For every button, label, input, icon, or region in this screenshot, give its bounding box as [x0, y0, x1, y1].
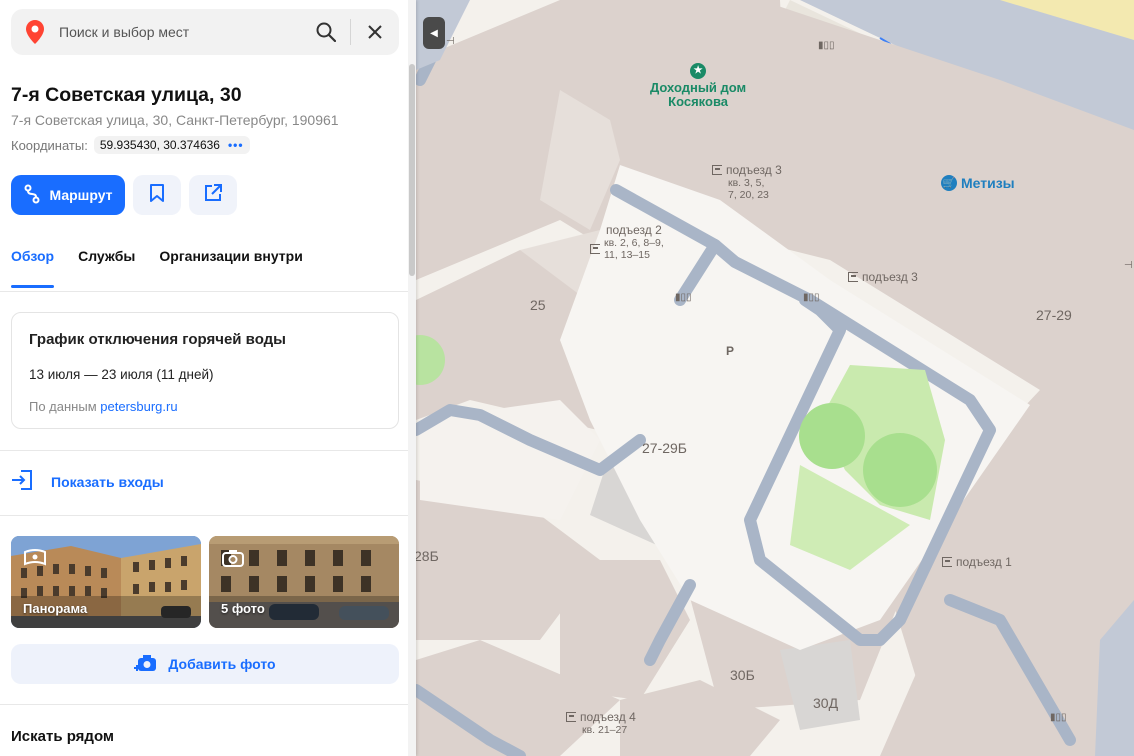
entrance-icon: [942, 557, 952, 567]
divider: [0, 450, 408, 451]
building-number: 28Б: [414, 548, 439, 564]
panorama-tile[interactable]: Панорама: [11, 536, 201, 628]
building-number: 30Б: [730, 667, 755, 683]
parking-icon: P: [726, 344, 735, 358]
coordinates-label: Координаты:: [11, 137, 88, 153]
notice-title: График отключения горячей воды: [29, 331, 286, 348]
entrance-label: подъезд 3: [726, 163, 782, 177]
entrance-label: подъезд 4: [580, 710, 636, 724]
bookmark-icon: [150, 183, 164, 207]
entrance-marker[interactable]: подъезд 1: [942, 555, 1012, 569]
coordinates-row: Координаты: 59.935430, 30.374636 •••: [11, 136, 250, 154]
entrance-label: подъезд 2: [606, 223, 662, 237]
photos-tile[interactable]: 5 фото: [209, 536, 399, 628]
show-entrances-button[interactable]: Показать входы: [11, 470, 164, 493]
building-number: 25: [530, 297, 546, 313]
add-photo-label: Добавить фото: [168, 656, 276, 672]
panorama-label: Панорама: [23, 601, 88, 616]
entrance-label: подъезд 1: [956, 555, 1012, 569]
place-title: 7-я Советская улица, 30: [11, 84, 242, 106]
stairs-icon: ▮▯▯: [675, 292, 692, 303]
tree: [799, 403, 865, 469]
tree: [863, 433, 937, 507]
entrance-label: подъезд 3: [862, 270, 918, 284]
coordinates-value[interactable]: 59.935430, 30.374636 •••: [93, 136, 250, 154]
route-button[interactable]: Маршрут: [11, 175, 125, 215]
entrance-apartments: кв. 3, 5, 7, 20, 23: [728, 177, 769, 201]
notice-source-prefix: По данным: [29, 399, 97, 414]
poi-metizy[interactable]: 🛒 Метизы: [941, 175, 1015, 191]
search-icon[interactable]: [308, 14, 344, 50]
stairs-icon: ▮▯▯: [803, 292, 820, 303]
stairs-icon: ▮▯▯: [818, 40, 835, 51]
divider: [0, 291, 408, 292]
notice-dates: 13 июля — 23 июля (11 дней): [29, 367, 214, 382]
building-number: 30Д: [813, 695, 839, 711]
share-button[interactable]: [189, 175, 237, 215]
tab-organizations[interactable]: Организации внутри: [159, 248, 302, 264]
chevron-left-icon: ◀: [430, 27, 438, 39]
building-number: 27-29Б: [642, 440, 687, 456]
more-icon[interactable]: •••: [228, 138, 244, 152]
separator: [350, 19, 351, 45]
entrance-icon: [848, 272, 858, 282]
search-bar[interactable]: Поиск и выбор мест: [11, 9, 399, 55]
add-photo-button[interactable]: Добавить фото: [11, 644, 399, 684]
poi-kosyakov-house[interactable]: ★ Доходный дом Косякова: [650, 63, 746, 109]
place-address: 7-я Советская улица, 30, Санкт-Петербург…: [11, 112, 339, 128]
hot-water-notice-card: График отключения горячей воды 13 июля —…: [11, 312, 399, 429]
camera-icon: [221, 548, 245, 573]
star-icon: ★: [690, 63, 707, 79]
entrance-marker[interactable]: подъезд 3: [848, 270, 918, 284]
poi-label: Метизы: [961, 175, 1015, 191]
bookmark-button[interactable]: [133, 175, 181, 215]
divider: [0, 704, 408, 705]
entrance-marker[interactable]: подъезд 3 кв. 3, 5, 7, 20, 23: [712, 163, 782, 201]
coordinates-text: 59.935430, 30.374636: [99, 138, 220, 152]
search-nearby-heading: Искать рядом: [11, 728, 115, 745]
map-pin-icon: [25, 19, 45, 45]
notice-source-link[interactable]: petersburg.ru: [100, 399, 177, 414]
panorama-icon: [23, 548, 47, 573]
stairs-icon: ▮▯▯: [1050, 712, 1067, 723]
entrance-icon: [566, 712, 576, 722]
entrance-icon: [590, 244, 600, 254]
notice-source: По данным petersburg.ru: [29, 399, 178, 414]
entrance-icon: ⊣: [446, 36, 455, 47]
photos-count-label: 5 фото: [221, 601, 265, 616]
entrance-apartments: кв. 21–27: [582, 724, 628, 736]
add-camera-icon: [134, 653, 158, 676]
scrollbar-thumb[interactable]: [409, 64, 415, 276]
entrance-icon: [712, 165, 722, 175]
search-input[interactable]: Поиск и выбор мест: [59, 24, 308, 40]
building-number: 27-29: [1036, 307, 1072, 323]
entrance-marker[interactable]: подъезд 2 кв. 2, 6, 8–9, 11, 13–15: [590, 223, 664, 261]
side-panel: Поиск и выбор мест 7-я Советская улица, …: [0, 0, 416, 756]
entrance-icon: ⊣: [1124, 260, 1133, 271]
tab-bar: Обзор Службы Организации внутри: [11, 248, 303, 264]
active-tab-indicator: [11, 285, 54, 288]
entrance-icon: [11, 470, 33, 493]
share-icon: [204, 183, 222, 207]
shop-icon: 🛒: [941, 175, 957, 191]
route-icon: [23, 184, 41, 207]
route-button-label: Маршрут: [49, 187, 113, 203]
entrance-apartments: кв. 2, 6, 8–9, 11, 13–15: [604, 237, 664, 261]
entrance-marker[interactable]: подъезд 4 кв. 21–27: [566, 710, 636, 736]
collapse-panel-button[interactable]: ◀: [423, 17, 445, 49]
divider: [0, 515, 408, 516]
tab-services[interactable]: Службы: [78, 248, 135, 264]
show-entrances-label: Показать входы: [51, 473, 164, 490]
close-icon[interactable]: [357, 14, 393, 50]
tab-overview[interactable]: Обзор: [11, 248, 54, 264]
poi-label: Доходный дом Косякова: [650, 80, 747, 109]
